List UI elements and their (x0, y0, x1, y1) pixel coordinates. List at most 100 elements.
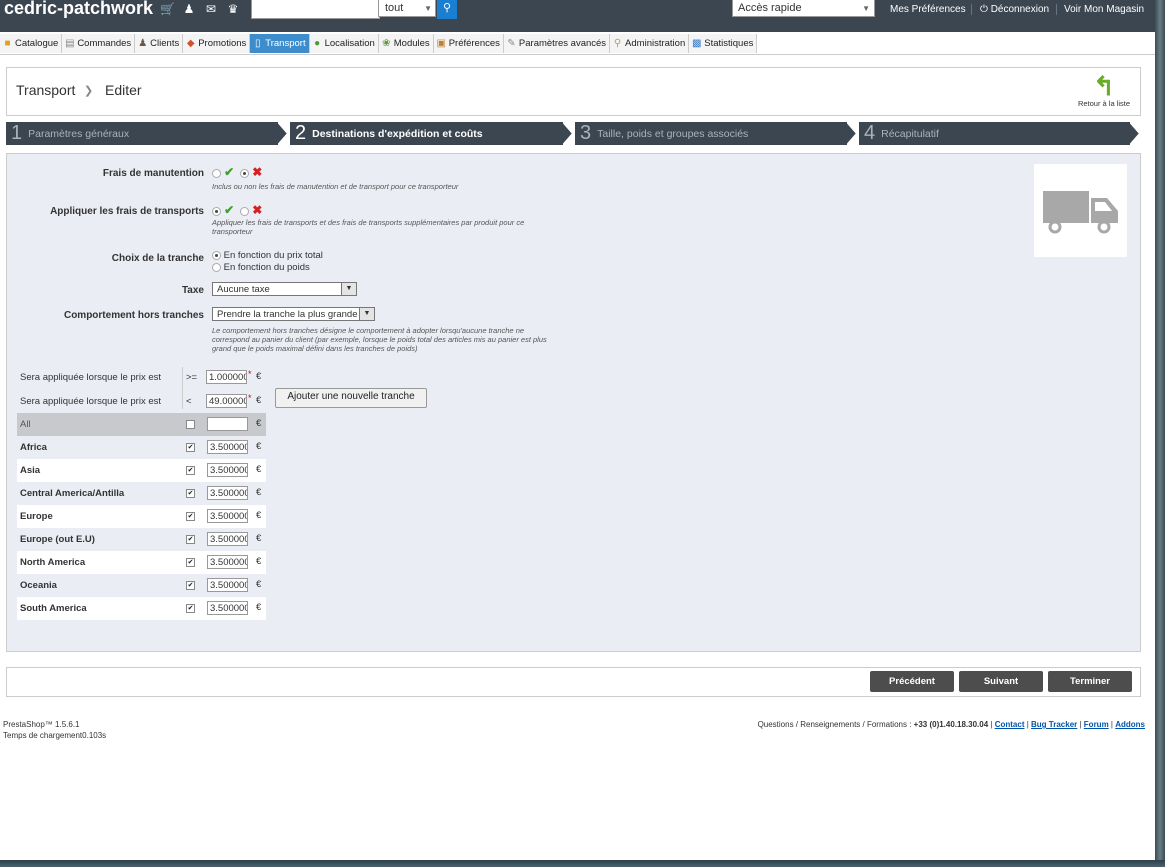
search-scope-select[interactable]: tout ▼ (378, 0, 436, 17)
chevron-down-icon: ▼ (359, 308, 374, 320)
forum-link[interactable]: Forum (1084, 720, 1109, 729)
range-max-input[interactable]: 49.000000 (206, 394, 247, 408)
step-number: 3 (580, 122, 592, 144)
zone-price-input[interactable]: 3.500000 (207, 578, 248, 592)
out-of-range-select[interactable]: Prendre la tranche la plus grande ▼ (212, 307, 375, 321)
tax-select[interactable]: Aucune taxe ▼ (212, 282, 357, 296)
zone-all-price-input[interactable] (207, 417, 248, 431)
zone-all-checkbox[interactable] (186, 420, 195, 429)
zone-checkbox[interactable]: ✔ (186, 581, 195, 590)
zone-name: North America (20, 557, 86, 568)
zone-checkbox[interactable]: ✔ (186, 466, 195, 475)
tab-label: Transport (265, 38, 306, 49)
tax-label: Taxe (181, 285, 204, 296)
search-scope-value: tout (385, 2, 404, 14)
zone-currency: € (256, 533, 262, 544)
range-weight-option[interactable]: En fonction du poids (212, 262, 310, 273)
zone-all-row: All € (17, 413, 266, 436)
zone-checkbox[interactable]: ✔ (186, 489, 195, 498)
back-arrow-icon: ↰ (1093, 71, 1115, 101)
contact-link[interactable]: Contact (995, 720, 1025, 729)
zone-name: Central America/Antilla (20, 488, 125, 499)
orders-icon: ▤ (65, 38, 75, 49)
notification-icons: 🛒 ♟ ✉ ♛ (160, 2, 240, 16)
view-shop-link[interactable]: Voir Mon Magasin (1064, 4, 1144, 15)
next-button[interactable]: Suivant (959, 671, 1043, 692)
zone-checkbox[interactable]: ✔ (186, 604, 195, 613)
range-type-label: Choix de la tranche (111, 253, 204, 264)
tab-transport[interactable]: ▯ Transport (250, 34, 310, 53)
handling-toggle: ✔ ✖ (212, 165, 262, 179)
tab-administration[interactable]: ⚲ Administration (610, 34, 690, 53)
zone-price-input[interactable]: 3.500000 (207, 532, 248, 546)
truck-icon (1043, 191, 1118, 234)
handling-label: Frais de manutention (102, 168, 204, 179)
tab-promotions[interactable]: ◆ Promotions (183, 34, 251, 53)
handling-no-radio[interactable] (240, 168, 250, 178)
tab-commandes[interactable]: ▤ Commandes (62, 34, 136, 53)
messages-icon[interactable]: ✉ (204, 2, 218, 16)
range-weight-radio[interactable] (212, 262, 221, 272)
step-number: 2 (295, 122, 307, 144)
tab-label: Statistiques (704, 38, 754, 49)
step-summary[interactable]: 4 Récapitulatif (859, 122, 1130, 145)
tab-clients[interactable]: ♟ Clients (135, 34, 184, 53)
trophy-icon[interactable]: ♛ (226, 2, 240, 16)
zone-price-input[interactable]: 3.500000 (207, 486, 248, 500)
quick-access-value: Accès rapide (738, 2, 802, 14)
zone-checkbox[interactable]: ✔ (186, 512, 195, 521)
tab-advanced-parameters[interactable]: ✎ Paramètres avancés (503, 34, 611, 53)
zone-name: Europe (out E.U) (20, 534, 95, 545)
step-general-parameters[interactable]: 1 Paramètres généraux (6, 122, 278, 145)
search-button[interactable]: ⚲ (437, 0, 457, 19)
step-size-weight-groups[interactable]: 3 Taille, poids et groupes associés (575, 122, 847, 145)
divider (182, 367, 183, 409)
finish-button[interactable]: Terminer (1048, 671, 1132, 692)
zone-price-input[interactable]: 3.500000 (207, 440, 248, 454)
shipping-yes-radio[interactable] (212, 206, 221, 216)
zone-price-input[interactable]: 3.500000 (207, 509, 248, 523)
step-destinations-costs[interactable]: 2 Destinations d'expédition et coûts (290, 122, 563, 145)
range-min-input[interactable]: 1.000000 (206, 370, 247, 384)
step-label: Paramètres généraux (28, 127, 130, 140)
logout-link[interactable]: ⏻ Déconnexion (980, 4, 1049, 15)
range-price-option[interactable]: En fonction du prix total (212, 250, 323, 261)
zone-checkbox[interactable]: ✔ (186, 535, 195, 544)
tab-modules[interactable]: ❀ Modules (378, 34, 434, 53)
cross-icon: ✖ (252, 165, 263, 179)
check-icon: ✔ (224, 203, 235, 217)
tab-localisation[interactable]: ● Localisation (309, 34, 379, 53)
cart-icon[interactable]: 🛒 (160, 2, 175, 16)
zone-currency: € (256, 418, 262, 429)
step-number: 4 (864, 122, 876, 144)
tab-statistics[interactable]: ▩ Statistiques (689, 34, 758, 53)
quick-access-select[interactable]: Accès rapide ▼ (732, 0, 875, 17)
breadcrumb-section[interactable]: Transport (16, 82, 75, 98)
shop-name[interactable]: cedric-patchwork (4, 0, 153, 19)
tab-catalogue[interactable]: ■ Catalogue (0, 34, 63, 53)
bug-tracker-link[interactable]: Bug Tracker (1031, 720, 1077, 729)
back-to-list-button[interactable]: ↰ Retour à la liste (1076, 73, 1132, 108)
zone-checkbox[interactable]: ✔ (186, 558, 195, 567)
zone-checkbox[interactable]: ✔ (186, 443, 195, 452)
cross-icon: ✖ (252, 203, 263, 217)
add-range-button[interactable]: Ajouter une nouvelle tranche (275, 388, 427, 408)
tab-preferences[interactable]: ▣ Préférences (433, 34, 504, 53)
customers-icon[interactable]: ♟ (182, 2, 196, 16)
zone-currency: € (256, 487, 262, 498)
tab-label: Promotions (198, 38, 247, 49)
tab-label: Clients (150, 38, 180, 49)
range-price-radio[interactable] (212, 250, 221, 260)
zone-price-input[interactable]: 3.500000 (207, 555, 248, 569)
main-menu-tabs: ■ Catalogue ▤ Commandes ♟ Clients ◆ Promotio… (0, 34, 1155, 55)
zone-price-input[interactable]: 3.500000 (207, 463, 248, 477)
addons-link[interactable]: Addons (1115, 720, 1145, 729)
breadcrumb-page: Editer (105, 82, 142, 98)
zone-price-input[interactable]: 3.500000 (207, 601, 248, 615)
my-preferences-link[interactable]: Mes Préférences (890, 4, 966, 15)
previous-button[interactable]: Précédent (870, 671, 954, 692)
zone-currency: € (256, 556, 262, 567)
handling-yes-radio[interactable] (212, 168, 221, 178)
shipping-no-radio[interactable] (240, 206, 250, 216)
search-input[interactable] (251, 0, 380, 19)
